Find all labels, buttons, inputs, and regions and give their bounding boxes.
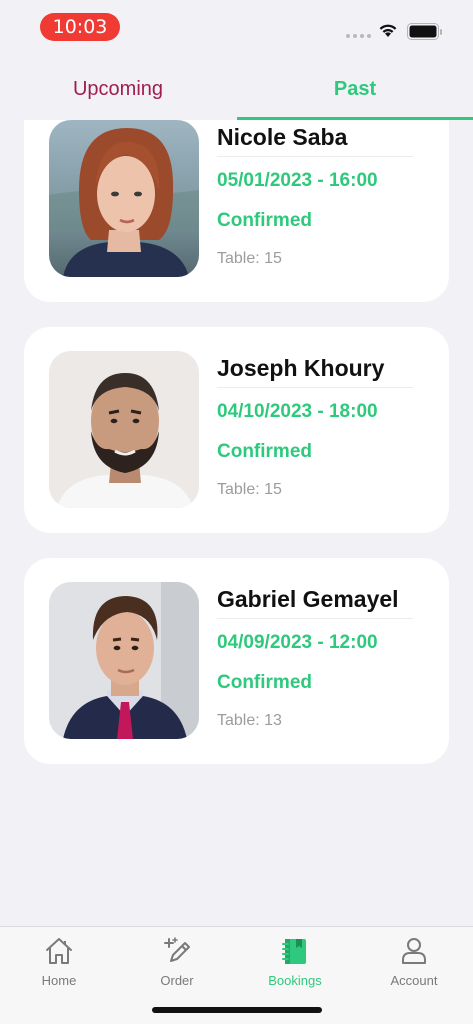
booking-tabs: Upcoming Past (0, 66, 473, 120)
table-number: Table: 15 (217, 481, 282, 498)
nav-account-label: Account (390, 973, 438, 988)
booking-status: Confirmed (217, 210, 312, 231)
avatar (49, 351, 199, 508)
booking-datetime: 05/01/2023 - 16:00 (217, 170, 378, 191)
divider (217, 387, 413, 388)
table-number: Table: 15 (217, 250, 282, 267)
nav-order[interactable]: Order (118, 935, 236, 997)
cellular-signal-icon (346, 34, 371, 38)
notebook-icon (282, 939, 306, 964)
nav-account[interactable]: Account (355, 935, 473, 997)
avatar (49, 582, 199, 739)
booking-card[interactable]: Nicole Saba 05/01/2023 - 16:00 Confirmed… (24, 120, 449, 302)
home-indicator (152, 1007, 322, 1013)
battery-icon (407, 23, 442, 40)
tab-past[interactable]: Past (237, 66, 473, 118)
customer-name: Joseph Khoury (217, 355, 385, 381)
booking-datetime: 04/10/2023 - 18:00 (217, 401, 378, 422)
nav-bookings[interactable]: Bookings (236, 935, 354, 997)
status-time: 10:03 (40, 13, 120, 41)
person-icon (402, 938, 426, 964)
booking-datetime: 04/09/2023 - 12:00 (217, 632, 378, 653)
nav-home-label: Home (41, 973, 77, 988)
tab-upcoming[interactable]: Upcoming (0, 66, 236, 118)
customer-name: Gabriel Gemayel (217, 586, 399, 612)
booking-status: Confirmed (217, 672, 312, 693)
nav-order-label: Order (160, 973, 194, 988)
home-icon (46, 938, 72, 964)
divider (217, 156, 413, 157)
status-bar: 10:03 (0, 0, 473, 54)
table-number: Table: 13 (217, 712, 282, 729)
booking-card[interactable]: Joseph Khoury 04/10/2023 - 18:00 Confirm… (24, 327, 449, 533)
divider (217, 618, 413, 619)
customer-name: Nicole Saba (217, 124, 348, 150)
nav-home[interactable]: Home (0, 935, 118, 997)
pencil-icon (164, 937, 190, 962)
booking-card[interactable]: Gabriel Gemayel 04/09/2023 - 12:00 Confi… (24, 558, 449, 764)
wifi-icon (379, 24, 397, 37)
booking-status: Confirmed (217, 441, 312, 462)
nav-bookings-label: Bookings (268, 973, 322, 988)
avatar (49, 120, 199, 277)
bookings-list: Nicole Saba 05/01/2023 - 16:00 Confirmed… (0, 120, 473, 926)
